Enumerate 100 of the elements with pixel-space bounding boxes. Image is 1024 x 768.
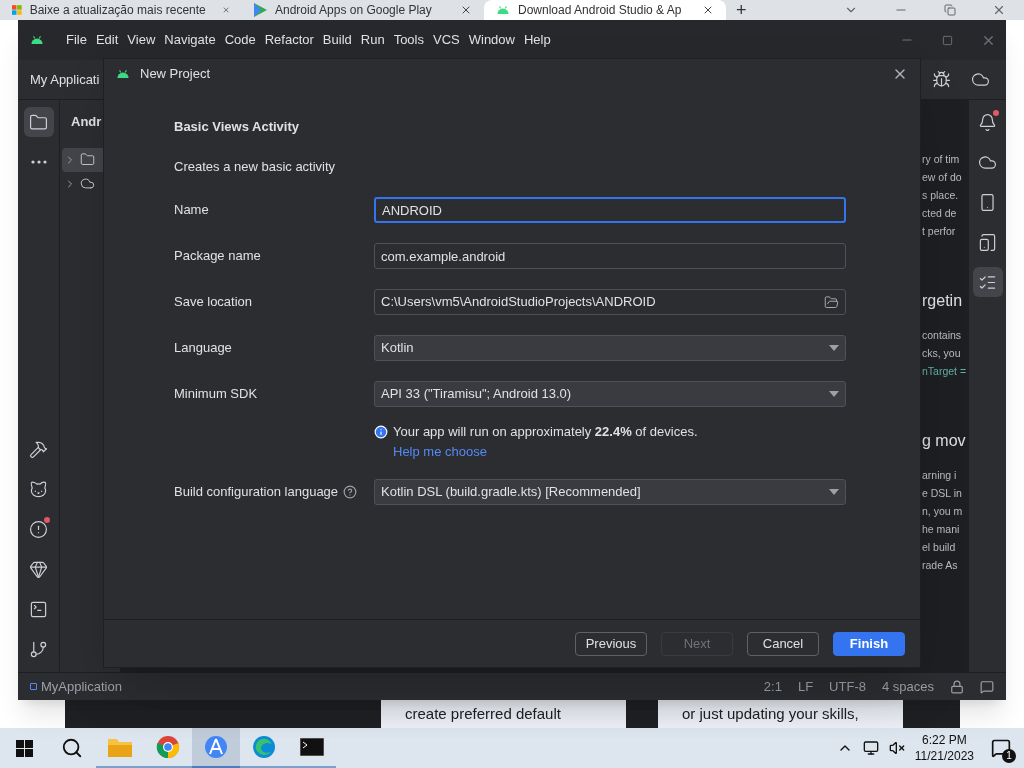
bell-icon <box>978 112 997 132</box>
windows-logo-icon <box>12 3 22 17</box>
status-item[interactable]: LF <box>797 676 814 697</box>
module-icon <box>30 683 37 690</box>
cloud-icon[interactable] <box>971 70 990 89</box>
dropdown[interactable]: API 33 ("Tiramisu"; Android 13.0) <box>374 381 846 407</box>
doc-heading: g mov <box>922 431 967 451</box>
close-icon[interactable] <box>702 4 714 16</box>
card-text: or just updating your skills, <box>682 705 859 722</box>
status-item[interactable]: UTF-8 <box>829 676 866 697</box>
browser-tab[interactable]: Download Android Studio & Ap <box>484 0 726 20</box>
field-label: Package name <box>174 247 262 266</box>
dropdown-arrow-icon <box>829 345 839 351</box>
more-icon <box>30 160 47 164</box>
bug-icon[interactable] <box>932 70 951 89</box>
dialog-title: New Project <box>140 65 211 84</box>
dialog-button[interactable]: Finish <box>833 631 905 656</box>
terminal-icon <box>300 738 324 756</box>
status-item[interactable]: 2:1 <box>763 676 782 697</box>
dropdown-arrow-icon <box>829 489 839 495</box>
restore-icon[interactable] <box>944 4 956 16</box>
field-label: Save location <box>174 293 254 312</box>
doc-text: cted de <box>922 206 958 221</box>
dropdown[interactable]: Kotlin DSL (build.gradle.kts) [Recommended] <box>374 479 846 505</box>
browser-tab[interactable]: Android Apps on Google Play <box>242 0 484 20</box>
menu-item[interactable]: Tools <box>393 30 424 50</box>
menu-item[interactable]: Help <box>523 30 551 50</box>
project-name[interactable]: My Applicati <box>30 69 100 90</box>
menu-item[interactable]: VCS <box>433 30 460 50</box>
muted-speaker-icon[interactable] <box>888 740 905 756</box>
folder-icon <box>29 112 48 132</box>
menu-item[interactable]: Run <box>360 30 385 50</box>
search-icon <box>61 737 83 759</box>
doc-text: ry of tim <box>922 152 961 167</box>
status-project[interactable]: MyApplication <box>41 676 122 697</box>
dialog-button[interactable]: Cancel <box>747 631 819 656</box>
doc-text: t perfor <box>922 224 957 239</box>
play-triangle-icon <box>254 3 267 17</box>
tool-window-button[interactable] <box>23 107 54 137</box>
close-icon[interactable] <box>460 4 472 16</box>
tab-title: Android Apps on Google Play <box>275 2 432 19</box>
new-tab-button[interactable]: + <box>736 0 747 20</box>
network-icon[interactable] <box>862 740 879 756</box>
text-field[interactable]: ANDROID <box>374 197 846 223</box>
menu-item[interactable]: View <box>127 30 156 50</box>
doc-text: e DSL in <box>922 486 963 501</box>
folder-icon <box>80 152 95 167</box>
gem-icon <box>29 559 48 579</box>
cloud-icon <box>80 176 95 191</box>
menu-item[interactable]: Window <box>468 30 515 50</box>
field-label: Name <box>174 201 210 220</box>
android-icon <box>116 69 130 79</box>
compatibility-note: Your app will run on approximately 22.4% of devices. <box>393 423 698 442</box>
devices-icon <box>978 232 997 252</box>
folder-icon <box>108 737 132 757</box>
message-icon[interactable] <box>980 679 994 694</box>
dropdown[interactable]: Kotlin <box>374 335 846 361</box>
field-label: Build configuration language <box>174 483 339 502</box>
menu-item[interactable]: Build <box>322 30 352 50</box>
menu-item[interactable]: Edit <box>95 30 119 50</box>
menu-item[interactable]: Refactor <box>264 30 314 50</box>
doc-text: he mani <box>922 522 961 537</box>
path-value: C:\Users\vm5\AndroidStudioProjects\ANDROID <box>381 293 656 312</box>
close-icon[interactable] <box>992 3 1006 17</box>
clock-time[interactable]: 6:22 PM <box>922 732 967 748</box>
doc-heading: rgetin <box>922 291 964 311</box>
doc-text: arning i <box>922 468 958 483</box>
menu-item[interactable]: Navigate <box>164 30 216 50</box>
doc-text: n, you m <box>922 504 964 519</box>
android-logo-icon <box>30 35 44 45</box>
field-label: Language <box>174 339 233 358</box>
dialog-button[interactable]: Previous <box>575 631 647 656</box>
doc-text: cks, you <box>922 346 962 361</box>
doc-text: s place. <box>922 188 960 203</box>
hammer-icon <box>29 439 48 459</box>
help-icon[interactable] <box>343 485 358 499</box>
menu-item[interactable]: Code <box>224 30 256 50</box>
doc-code: nTarget = <box>922 364 968 379</box>
lock-icon[interactable] <box>950 679 964 694</box>
wave-app-icon <box>252 735 276 759</box>
terminal-icon <box>29 599 48 619</box>
help-link[interactable]: Help me choose <box>393 442 487 462</box>
path-field[interactable]: C:\Users\vm5\AndroidStudioProjects\ANDROID <box>374 289 846 315</box>
menu-item[interactable]: File <box>66 30 87 50</box>
maximize-icon[interactable] <box>942 34 953 46</box>
folder-icon[interactable] <box>824 294 839 310</box>
panel-title: Andr <box>71 113 103 131</box>
doc-text: contains <box>922 328 963 343</box>
tab-title: Baixe a atualização mais recente <box>29 2 206 19</box>
status-item[interactable]: 4 spaces <box>881 676 934 697</box>
tab-title: Download Android Studio & Ap <box>518 2 682 19</box>
doc-text: rade As <box>922 558 959 573</box>
field-label: Minimum SDK <box>174 385 259 404</box>
tool-window-button[interactable] <box>972 267 1003 297</box>
compass-app-icon <box>204 735 228 759</box>
clock-date[interactable]: 11/21/2023 <box>914 748 974 764</box>
doc-text: el build <box>922 540 957 555</box>
phone-icon <box>978 192 997 212</box>
browser-tab[interactable]: Baixe a atualização mais recente <box>0 0 242 20</box>
text-field[interactable]: com.example.android <box>374 243 846 269</box>
